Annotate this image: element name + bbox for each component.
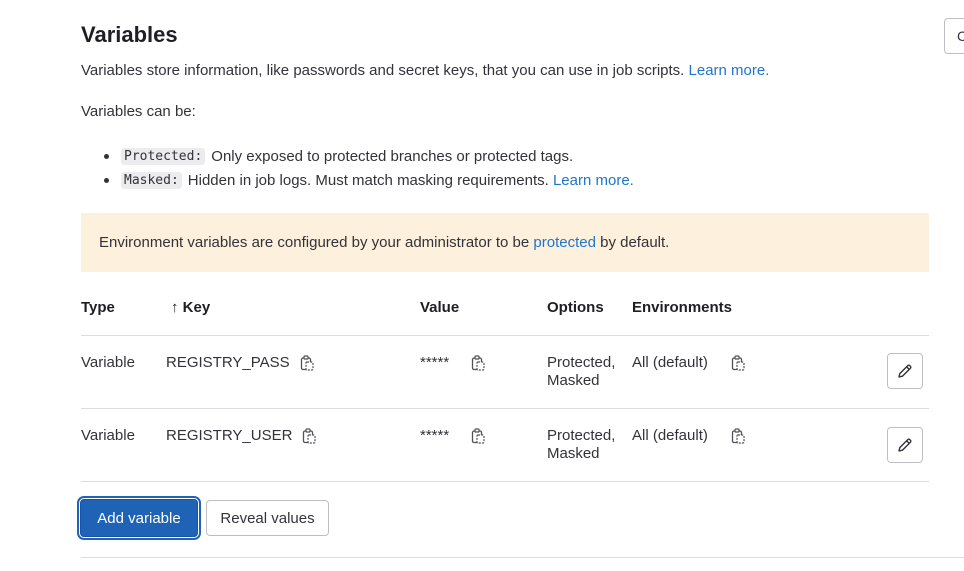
copy-environment-icon[interactable] [731,355,745,371]
edit-variable-button[interactable] [887,353,923,389]
table-divider [81,481,929,482]
option-protected: Protected, [547,427,616,444]
bullet-masked: Masked: Hidden in job logs. Must match m… [104,168,634,192]
row-environment: All (default) [632,354,708,371]
key-header-label: Key [182,299,211,316]
pencil-icon [898,438,912,452]
masked-description: Hidden in job logs. Must match masking r… [187,171,549,189]
bullet-dot [104,177,109,183]
copy-value-icon[interactable] [471,428,485,444]
learn-more-link[interactable]: Learn more. [689,62,770,79]
bullet-list: Protected: Only exposed to protected bra… [104,144,634,192]
option-masked: Masked [547,372,600,389]
row-key: REGISTRY_PASS [166,354,290,371]
protected-description: Only exposed to protected branches or pr… [211,147,574,165]
alert-text-before: Environment variables are configured by … [99,234,530,251]
bullet-dot [104,153,109,159]
edit-variable-button[interactable] [887,427,923,463]
copy-environment-icon[interactable] [731,428,745,444]
row-environment: All (default) [632,427,708,444]
option-masked: Masked [547,445,600,462]
alert-protected-link[interactable]: protected [533,234,596,251]
section-divider [81,557,964,558]
column-header-key[interactable]: ↑ Key [171,299,210,316]
row-type: Variable [81,427,135,444]
row-value: ***** [420,427,450,444]
column-header-options: Options [547,299,604,316]
pencil-icon [898,364,912,378]
column-header-environments: Environments [632,299,733,316]
table-divider [81,408,929,409]
corner-button[interactable]: C [944,18,964,54]
column-header-value: Value [420,299,460,316]
masked-tag: Masked: [121,171,182,189]
option-protected: Protected, [547,354,616,371]
page-title: Variables [81,22,178,47]
variables-can-be-text: Variables can be: [81,103,196,120]
copy-value-icon[interactable] [471,355,485,371]
row-value: ***** [420,354,450,371]
page-description: Variables store information, like passwo… [81,62,769,79]
table-divider [81,335,929,336]
protected-tag: Protected: [121,147,206,165]
info-alert: Environment variables are configured by … [81,213,929,272]
description-text: Variables store information, like passwo… [81,62,685,79]
masking-learn-more-link[interactable]: Learn more. [553,172,634,189]
add-variable-button[interactable]: Add variable [80,499,198,537]
row-options: Protected, Masked [547,427,615,463]
alert-text-after: by default. [600,234,670,251]
row-type: Variable [81,354,135,371]
sort-arrow-icon: ↑ [171,299,179,316]
row-options: Protected, Masked [547,354,615,390]
reveal-values-button[interactable]: Reveal values [206,500,329,536]
copy-key-icon[interactable] [302,428,316,444]
column-header-type: Type [81,299,115,316]
row-key: REGISTRY_USER [166,427,293,444]
copy-key-icon[interactable] [300,355,314,371]
bullet-protected: Protected: Only exposed to protected bra… [104,144,634,168]
